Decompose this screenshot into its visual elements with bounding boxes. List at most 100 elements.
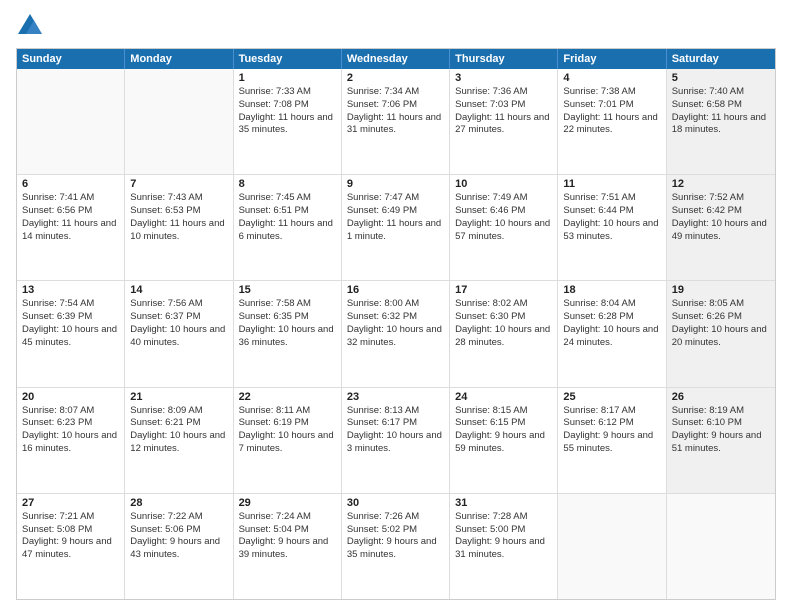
sunset-text: Sunset: 6:37 PM bbox=[130, 311, 227, 324]
calendar-week-3: 20Sunrise: 8:07 AMSunset: 6:23 PMDayligh… bbox=[17, 388, 775, 494]
calendar-cell: 23Sunrise: 8:13 AMSunset: 6:17 PMDayligh… bbox=[342, 388, 450, 493]
calendar-cell: 10 Sunrise: 7:49 AMSunset: 6:46 PMDayligh… bbox=[450, 175, 558, 280]
daylight-text: Daylight: 10 hours and 49 minutes. bbox=[672, 218, 770, 244]
calendar-cell: 3Sunrise: 7:36 AMSunset: 7:03 PMDaylight… bbox=[450, 69, 558, 174]
calendar-cell bbox=[125, 69, 233, 174]
daylight-text: Daylight: 10 hours and 57 minutes. bbox=[455, 218, 552, 244]
daylight-text: Daylight: 9 hours and 47 minutes. bbox=[22, 536, 119, 562]
sunrise-text: Sunrise: 7:52 AM bbox=[672, 192, 770, 205]
calendar-header-saturday: Saturday bbox=[667, 49, 775, 69]
sunrise-text: Sunrise: 7:43 AM bbox=[130, 192, 227, 205]
sunrise-text: Sunrise: 7:40 AM bbox=[672, 86, 770, 99]
sunrise-text: Sunrise: 8:15 AM bbox=[455, 405, 552, 418]
day-number: 12 bbox=[672, 178, 770, 190]
calendar-cell: 15Sunrise: 7:58 AMSunset: 6:35 PMDayligh… bbox=[234, 281, 342, 386]
daylight-text: Daylight: 11 hours and 35 minutes. bbox=[239, 112, 336, 138]
calendar-cell: 29Sunrise: 7:24 AMSunset: 5:04 PMDayligh… bbox=[234, 494, 342, 599]
daylight-text: Daylight: 10 hours and 32 minutes. bbox=[347, 324, 444, 350]
sunset-text: Sunset: 6:15 PM bbox=[455, 417, 552, 430]
calendar: SundayMondayTuesdayWednesdayThursdayFrid… bbox=[16, 48, 776, 600]
day-number: 3 bbox=[455, 72, 552, 84]
sunrise-text: Sunrise: 7:21 AM bbox=[22, 511, 119, 524]
calendar-cell bbox=[667, 494, 775, 599]
daylight-text: Daylight: 10 hours and 53 minutes. bbox=[563, 218, 660, 244]
daylight-text: Daylight: 11 hours and 6 minutes. bbox=[239, 218, 336, 244]
day-number: 23 bbox=[347, 391, 444, 403]
day-number: 1 bbox=[239, 72, 336, 84]
sunset-text: Sunset: 5:00 PM bbox=[455, 524, 552, 537]
logo-icon bbox=[16, 12, 44, 40]
sunset-text: Sunset: 7:08 PM bbox=[239, 99, 336, 112]
sunset-text: Sunset: 6:42 PM bbox=[672, 205, 770, 218]
sunset-text: Sunset: 7:03 PM bbox=[455, 99, 552, 112]
sunset-text: Sunset: 5:08 PM bbox=[22, 524, 119, 537]
sunrise-text: Sunrise: 7:34 AM bbox=[347, 86, 444, 99]
header bbox=[16, 12, 776, 40]
sunrise-text: Sunrise: 7:24 AM bbox=[239, 511, 336, 524]
daylight-text: Daylight: 11 hours and 27 minutes. bbox=[455, 112, 552, 138]
day-number: 10 bbox=[455, 178, 552, 190]
calendar-cell: 26Sunrise: 8:19 AMSunset: 6:10 PMDayligh… bbox=[667, 388, 775, 493]
daylight-text: Daylight: 10 hours and 36 minutes. bbox=[239, 324, 336, 350]
sunset-text: Sunset: 6:49 PM bbox=[347, 205, 444, 218]
sunrise-text: Sunrise: 8:05 AM bbox=[672, 298, 770, 311]
calendar-cell: 8Sunrise: 7:45 AMSunset: 6:51 PMDaylight… bbox=[234, 175, 342, 280]
sunset-text: Sunset: 6:35 PM bbox=[239, 311, 336, 324]
sunrise-text: Sunrise: 7:41 AM bbox=[22, 192, 119, 205]
sunset-text: Sunset: 5:02 PM bbox=[347, 524, 444, 537]
sunrise-text: Sunrise: 8:04 AM bbox=[563, 298, 660, 311]
sunrise-text: Sunrise: 8:13 AM bbox=[347, 405, 444, 418]
calendar-cell: 11Sunrise: 7:51 AMSunset: 6:44 PMDayligh… bbox=[558, 175, 666, 280]
calendar-cell: 17Sunrise: 8:02 AMSunset: 6:30 PMDayligh… bbox=[450, 281, 558, 386]
daylight-text: Daylight: 10 hours and 16 minutes. bbox=[22, 430, 119, 456]
calendar-cell bbox=[558, 494, 666, 599]
sunset-text: Sunset: 6:10 PM bbox=[672, 417, 770, 430]
calendar-cell: 18Sunrise: 8:04 AMSunset: 6:28 PMDayligh… bbox=[558, 281, 666, 386]
calendar-cell: 5Sunrise: 7:40 AMSunset: 6:58 PMDaylight… bbox=[667, 69, 775, 174]
daylight-text: Daylight: 11 hours and 10 minutes. bbox=[130, 218, 227, 244]
daylight-text: Daylight: 10 hours and 40 minutes. bbox=[130, 324, 227, 350]
calendar-header-monday: Monday bbox=[125, 49, 233, 69]
day-number: 4 bbox=[563, 72, 660, 84]
daylight-text: Daylight: 9 hours and 43 minutes. bbox=[130, 536, 227, 562]
day-number: 7 bbox=[130, 178, 227, 190]
calendar-week-4: 27Sunrise: 7:21 AMSunset: 5:08 PMDayligh… bbox=[17, 494, 775, 599]
sunrise-text: Sunrise: 7:56 AM bbox=[130, 298, 227, 311]
calendar-cell: 1Sunrise: 7:33 AMSunset: 7:08 PMDaylight… bbox=[234, 69, 342, 174]
day-number: 24 bbox=[455, 391, 552, 403]
sunrise-text: Sunrise: 7:38 AM bbox=[563, 86, 660, 99]
daylight-text: Daylight: 9 hours and 51 minutes. bbox=[672, 430, 770, 456]
calendar-cell: 2Sunrise: 7:34 AMSunset: 7:06 PMDaylight… bbox=[342, 69, 450, 174]
day-number: 8 bbox=[239, 178, 336, 190]
sunrise-text: Sunrise: 7:45 AM bbox=[239, 192, 336, 205]
sunrise-text: Sunrise: 7:28 AM bbox=[455, 511, 552, 524]
calendar-week-1: 6 Sunrise: 7:41 AMSunset: 6:56 PM Daylight… bbox=[17, 175, 775, 281]
daylight-text: Daylight: 9 hours and 35 minutes. bbox=[347, 536, 444, 562]
calendar-cell: 14Sunrise: 7:56 AMSunset: 6:37 PMDayligh… bbox=[125, 281, 233, 386]
sunset-text: Sunset: 6:46 PM bbox=[455, 205, 552, 218]
sunrise-text: Sunrise: 7:51 AM bbox=[563, 192, 660, 205]
sunset-text: Sunset: 6:17 PM bbox=[347, 417, 444, 430]
daylight-text: Daylight: 10 hours and 7 minutes. bbox=[239, 430, 336, 456]
calendar-body: 1Sunrise: 7:33 AMSunset: 7:08 PMDaylight… bbox=[17, 69, 775, 599]
daylight-text: Daylight: 11 hours and 18 minutes. bbox=[672, 112, 770, 138]
sunset-text: Sunset: 5:06 PM bbox=[130, 524, 227, 537]
daylight-text: Daylight: 10 hours and 20 minutes. bbox=[672, 324, 770, 350]
calendar-cell: 30Sunrise: 7:26 AMSunset: 5:02 PMDayligh… bbox=[342, 494, 450, 599]
day-number: 9 bbox=[347, 178, 444, 190]
day-number: 6 bbox=[22, 178, 119, 190]
calendar-week-0: 1Sunrise: 7:33 AMSunset: 7:08 PMDaylight… bbox=[17, 69, 775, 175]
calendar-cell: 31Sunrise: 7:28 AMSunset: 5:00 PMDayligh… bbox=[450, 494, 558, 599]
sunrise-text: Sunrise: 7:22 AM bbox=[130, 511, 227, 524]
sunset-text: Sunset: 6:39 PM bbox=[22, 311, 119, 324]
daylight-text: Daylight: 9 hours and 55 minutes. bbox=[563, 430, 660, 456]
daylight-text: Daylight: 10 hours and 28 minutes. bbox=[455, 324, 552, 350]
calendar-cell: 22Sunrise: 8:11 AMSunset: 6:19 PMDayligh… bbox=[234, 388, 342, 493]
day-number: 20 bbox=[22, 391, 119, 403]
calendar-cell: 9Sunrise: 7:47 AMSunset: 6:49 PMDaylight… bbox=[342, 175, 450, 280]
sunrise-text: Sunrise: 7:49 AM bbox=[455, 192, 552, 205]
daylight-text: Daylight: 9 hours and 59 minutes. bbox=[455, 430, 552, 456]
sunset-text: Sunset: 6:56 PM bbox=[22, 205, 119, 218]
day-number: 19 bbox=[672, 284, 770, 296]
day-number: 26 bbox=[672, 391, 770, 403]
